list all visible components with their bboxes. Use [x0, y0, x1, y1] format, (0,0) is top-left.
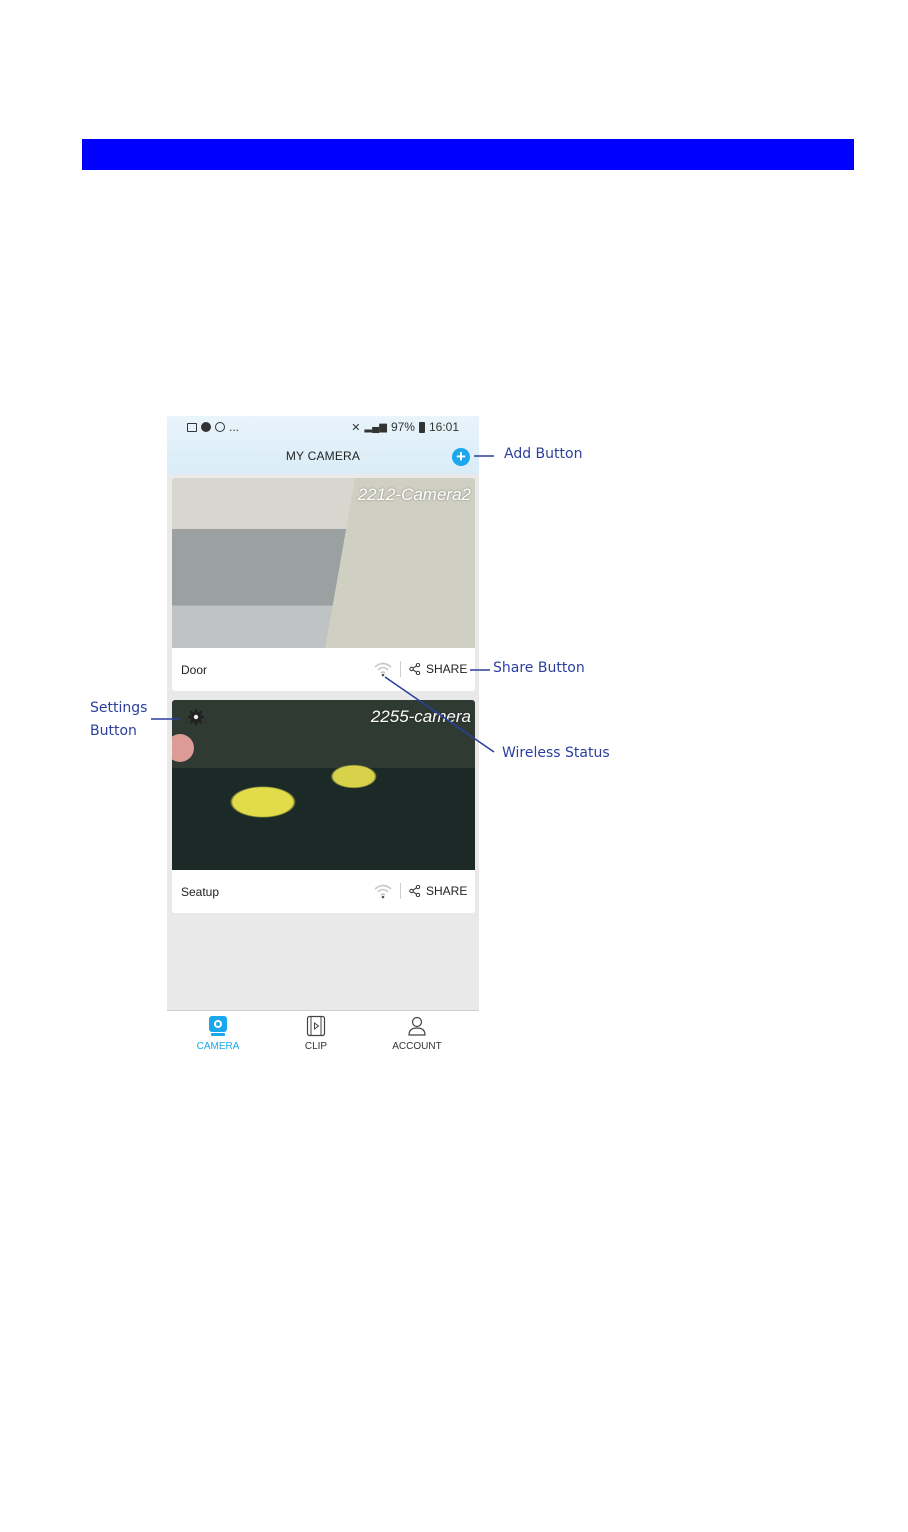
camera-card[interactable]: 2255-camera Seatup SHARE	[172, 700, 475, 913]
divider	[400, 661, 401, 677]
record-icon[interactable]	[172, 734, 194, 762]
card-footer: Seatup SHARE	[172, 870, 475, 913]
card-footer: Door SHARE	[172, 648, 475, 691]
film-icon	[306, 1015, 326, 1037]
annotation-wireless-status: Wireless Status	[502, 745, 610, 761]
annotation-add-button: Add Button	[504, 446, 583, 462]
annotation-settings-line1: Settings	[90, 700, 148, 716]
status-bar: ... ✕ ▂▄▆ 97% 16:01	[167, 416, 479, 438]
clock: 16:01	[428, 420, 459, 434]
camera-feed[interactable]: 2212-Camera2	[172, 478, 475, 648]
camera-name: Seatup	[181, 885, 220, 899]
share-label: SHARE	[426, 662, 468, 676]
gear-icon[interactable]	[187, 708, 205, 726]
share-button[interactable]: SHARE	[409, 884, 467, 898]
tab-label: CLIP	[304, 1041, 328, 1052]
camera-icon	[209, 1016, 227, 1036]
camera-name: Door	[181, 663, 208, 677]
mute-icon: ✕	[351, 421, 361, 434]
annotation-settings-line2: Button	[90, 723, 137, 739]
more-notifications: ...	[229, 420, 240, 434]
phone-screenshot: ... ✕ ▂▄▆ 97% 16:01 MY CAMERA + 2212-Cam…	[167, 416, 479, 1060]
share-button[interactable]: SHARE	[409, 662, 467, 676]
app-header: ... ✕ ▂▄▆ 97% 16:01 MY CAMERA +	[167, 416, 479, 474]
battery-percent: 97%	[390, 420, 415, 434]
add-camera-button[interactable]: +	[452, 448, 470, 466]
signal-icon: ▂▄▆	[364, 421, 387, 433]
wifi-icon[interactable]	[374, 661, 392, 677]
page-title: MY CAMERA	[285, 449, 361, 463]
notification-icon	[201, 422, 211, 432]
feed-title: 2212-Camera2	[357, 485, 471, 504]
tab-clip[interactable]: CLIP	[276, 1015, 356, 1052]
annotation-share-button: Share Button	[493, 660, 585, 676]
share-label: SHARE	[426, 884, 468, 898]
tab-account[interactable]: ACCOUNT	[377, 1015, 457, 1052]
bottom-tab-bar: CAMERA CLIP ACCOUNT	[167, 1010, 479, 1060]
share-icon	[409, 663, 421, 675]
camera-list[interactable]: 2212-Camera2 Door SHARE 2255-camera Seat…	[167, 474, 479, 1010]
wifi-icon[interactable]	[374, 883, 392, 899]
feed-title: 2255-camera	[370, 707, 471, 726]
tab-camera[interactable]: CAMERA	[178, 1015, 258, 1052]
camera-feed[interactable]: 2255-camera	[172, 700, 475, 870]
tab-label: CAMERA	[196, 1041, 240, 1052]
divider	[400, 883, 401, 899]
gallery-icon	[187, 422, 197, 432]
camera-card[interactable]: 2212-Camera2 Door SHARE	[172, 478, 475, 691]
share-icon	[409, 885, 421, 897]
header-banner	[82, 139, 854, 170]
user-icon	[408, 1016, 426, 1036]
tab-label: ACCOUNT	[392, 1041, 442, 1052]
battery-icon	[418, 421, 425, 433]
sync-icon	[215, 422, 225, 432]
plus-icon: +	[456, 447, 466, 466]
